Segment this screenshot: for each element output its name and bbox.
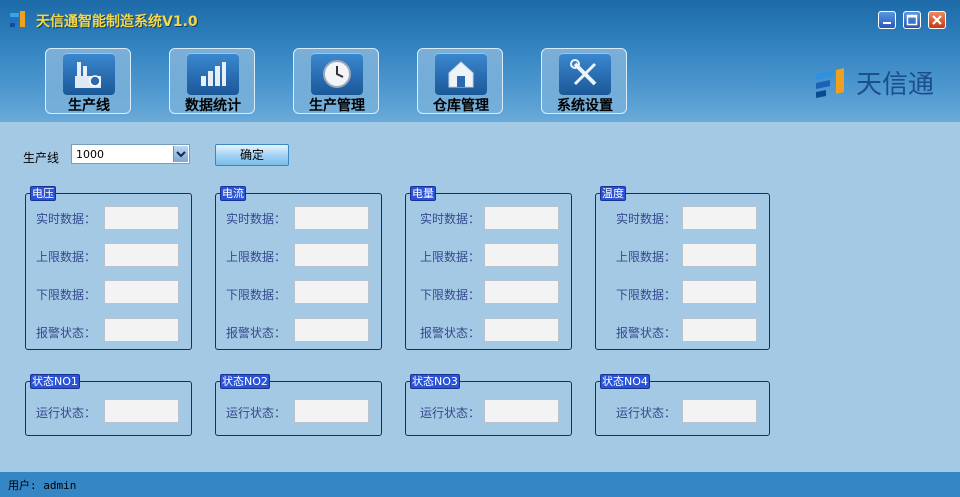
- status-no4-run-field[interactable]: [682, 399, 757, 423]
- field-label: 上限数据：: [225, 250, 286, 264]
- temperature-alarm-field[interactable]: [682, 318, 757, 342]
- current-user: 用户: admin: [8, 479, 77, 492]
- voltage-realtime-field[interactable]: [104, 206, 179, 230]
- energy-alarm-field[interactable]: [484, 318, 559, 342]
- group-temperature: 温度 实时数据： 上限数据： 下限数据： 报警状态：: [595, 186, 770, 350]
- minimize-icon: [883, 22, 891, 24]
- field-label: 上限数据：: [419, 250, 480, 264]
- status-no1-run-field[interactable]: [104, 399, 179, 423]
- field-label: 下限数据：: [615, 288, 676, 302]
- tools-icon-tile: [559, 53, 611, 95]
- nav-production-line[interactable]: 生产线: [45, 48, 131, 114]
- group-status-no2: 状态NO2 运行状态：: [215, 374, 382, 436]
- nav-label: 生产管理: [309, 98, 365, 114]
- nav-warehouse-management[interactable]: 仓库管理: [417, 48, 503, 114]
- group-title: 状态NO1: [30, 374, 80, 389]
- current-realtime-field[interactable]: [294, 206, 369, 230]
- field-label: 报警状态：: [35, 326, 96, 340]
- group-status-no4: 状态NO4 运行状态：: [595, 374, 770, 436]
- group-voltage: 电压 实时数据： 上限数据： 下限数据： 报警状态：: [25, 186, 192, 350]
- clock-icon-tile: [311, 53, 363, 95]
- main-window: 天信通智能制造系统V1.0 生产线 数据统计 生产管理 仓库管理 系统设置 天信…: [0, 0, 960, 497]
- production-line-label: 生产线: [23, 151, 60, 165]
- status-no3-run-field[interactable]: [484, 399, 559, 423]
- main-content: 生产线 1000 确定 电压 实时数据： 上限数据： 下限数据： 报警状态： 电…: [0, 122, 960, 472]
- field-label: 运行状态：: [225, 406, 286, 420]
- field-label: 上限数据：: [615, 250, 676, 264]
- chart-icon-tile: [187, 53, 239, 95]
- field-label: 报警状态：: [419, 326, 480, 340]
- field-label: 实时数据：: [615, 212, 676, 226]
- close-icon: [932, 15, 942, 25]
- confirm-button[interactable]: 确定: [215, 144, 289, 166]
- field-label: 上限数据：: [35, 250, 96, 264]
- dropdown-arrow[interactable]: [173, 146, 188, 162]
- tools-icon: [570, 59, 597, 86]
- field-label: 报警状态：: [615, 326, 676, 340]
- app-logo-icon: [10, 11, 25, 27]
- maximize-button[interactable]: [903, 11, 921, 29]
- clock-icon: [323, 60, 351, 88]
- factory-icon-tile: [63, 53, 115, 95]
- brand-name: 天信通: [856, 70, 935, 100]
- voltage-alarm-field[interactable]: [104, 318, 179, 342]
- status-bar: 用户: admin: [0, 472, 960, 497]
- field-label: 实时数据：: [225, 212, 286, 226]
- field-label: 报警状态：: [225, 326, 286, 340]
- group-title: 状态NO2: [220, 374, 270, 389]
- voltage-lower-field[interactable]: [104, 280, 179, 304]
- group-title: 状态NO3: [410, 374, 460, 389]
- group-current: 电流 实时数据： 上限数据： 下限数据： 报警状态：: [215, 186, 382, 350]
- window-title: 天信通智能制造系统V1.0: [36, 14, 198, 30]
- field-label: 实时数据：: [35, 212, 96, 226]
- nav-system-settings[interactable]: 系统设置: [541, 48, 627, 114]
- warehouse-icon-tile: [435, 53, 487, 95]
- nav-data-statistics[interactable]: 数据统计: [169, 48, 255, 114]
- maximize-icon: [906, 14, 918, 26]
- group-title: 电压: [30, 186, 56, 201]
- group-status-no1: 状态NO1 运行状态：: [25, 374, 192, 436]
- energy-lower-field[interactable]: [484, 280, 559, 304]
- temperature-realtime-field[interactable]: [682, 206, 757, 230]
- current-lower-field[interactable]: [294, 280, 369, 304]
- warehouse-icon: [448, 61, 474, 88]
- temperature-lower-field[interactable]: [682, 280, 757, 304]
- nav-production-management[interactable]: 生产管理: [293, 48, 379, 114]
- brand-logo: 天信通: [812, 62, 942, 102]
- field-label: 运行状态：: [35, 406, 96, 420]
- field-label: 下限数据：: [225, 288, 286, 302]
- current-upper-field[interactable]: [294, 243, 369, 267]
- field-label: 下限数据：: [419, 288, 480, 302]
- field-label: 运行状态：: [615, 406, 676, 420]
- group-title: 温度: [600, 186, 626, 201]
- group-title: 状态NO4: [600, 374, 650, 389]
- field-label: 运行状态：: [419, 406, 480, 420]
- production-line-value: 1000: [76, 148, 104, 161]
- chevron-down-icon: [176, 151, 186, 158]
- field-label: 下限数据：: [35, 288, 96, 302]
- nav-label: 系统设置: [557, 98, 613, 114]
- status-no2-run-field[interactable]: [294, 399, 369, 423]
- nav-label: 数据统计: [185, 98, 241, 114]
- minimize-button[interactable]: [878, 11, 896, 29]
- title-bar[interactable]: 天信通智能制造系统V1.0: [0, 0, 960, 40]
- field-label: 实时数据：: [419, 212, 480, 226]
- brand-mark-icon: [816, 68, 844, 98]
- nav-label: 仓库管理: [433, 98, 489, 114]
- bar-chart-icon: [201, 62, 226, 86]
- temperature-upper-field[interactable]: [682, 243, 757, 267]
- current-alarm-field[interactable]: [294, 318, 369, 342]
- group-status-no3: 状态NO3 运行状态：: [405, 374, 572, 436]
- factory-icon: [75, 62, 101, 88]
- group-title: 电量: [410, 186, 436, 201]
- production-line-select[interactable]: 1000: [71, 144, 190, 164]
- group-energy: 电量 实时数据： 上限数据： 下限数据： 报警状态：: [405, 186, 572, 350]
- voltage-upper-field[interactable]: [104, 243, 179, 267]
- group-title: 电流: [220, 186, 246, 201]
- close-button[interactable]: [928, 11, 946, 29]
- energy-realtime-field[interactable]: [484, 206, 559, 230]
- header-toolbar: 生产线 数据统计 生产管理 仓库管理 系统设置 天信通: [0, 40, 960, 122]
- energy-upper-field[interactable]: [484, 243, 559, 267]
- nav-label: 生产线: [68, 98, 110, 114]
